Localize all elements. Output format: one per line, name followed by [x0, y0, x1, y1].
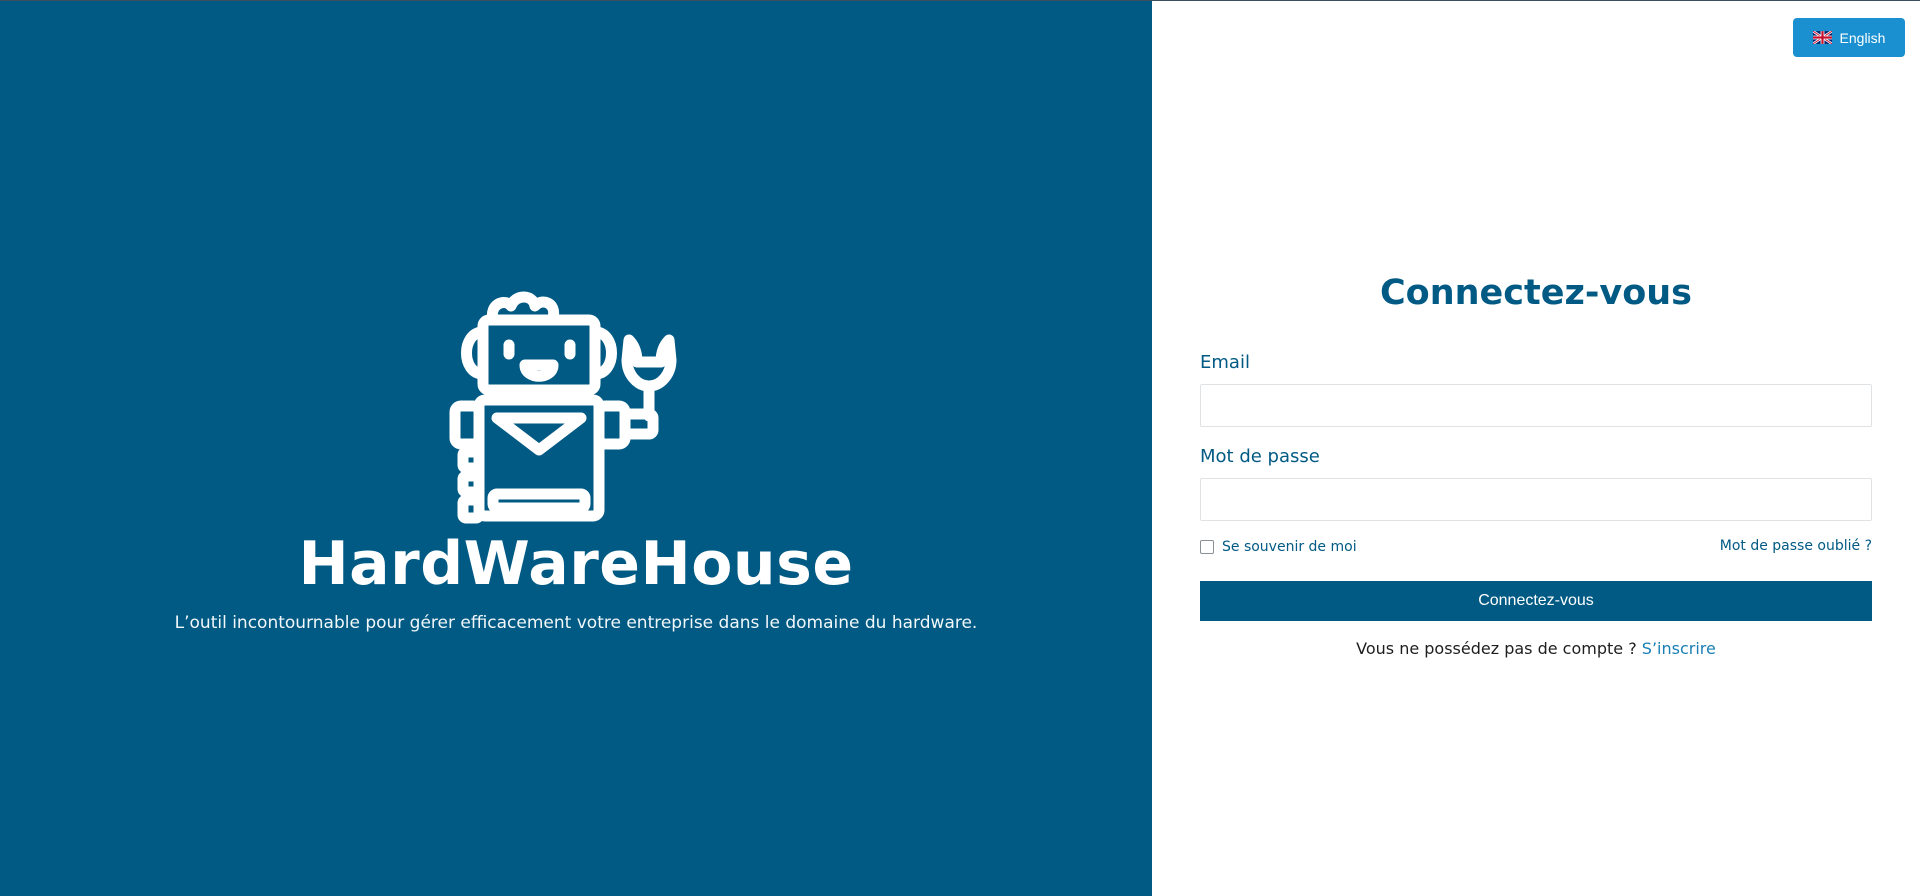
- signup-prompt: Vous ne possédez pas de compte ?: [1356, 639, 1642, 658]
- language-label: English: [1839, 29, 1886, 46]
- remember-me-row: Se souvenir de moi: [1200, 539, 1357, 555]
- email-field[interactable]: [1200, 384, 1872, 427]
- uk-flag-icon: [1812, 31, 1832, 44]
- email-label: Email: [1200, 352, 1250, 373]
- password-label: Mot de passe: [1200, 446, 1320, 467]
- password-field[interactable]: [1200, 478, 1872, 521]
- remember-me-checkbox[interactable]: [1200, 540, 1214, 554]
- robot-with-wrench-icon: [449, 291, 677, 524]
- signup-row: Vous ne possédez pas de compte ? S’inscr…: [1200, 639, 1872, 658]
- login-title: Connectez-vous: [1379, 273, 1693, 313]
- remember-me-label[interactable]: Se souvenir de moi: [1222, 539, 1357, 555]
- brand-name: HardWareHouse: [298, 529, 854, 599]
- language-button[interactable]: English: [1793, 18, 1905, 57]
- login-panel: English Connectez-vous Email Mot de pass…: [1152, 0, 1920, 896]
- signup-link[interactable]: S’inscrire: [1642, 639, 1716, 658]
- forgot-password-link[interactable]: Mot de passe oublié ?: [1720, 538, 1872, 554]
- login-button[interactable]: Connectez-vous: [1200, 581, 1872, 621]
- brand-tagline: L’outil incontournable pour gérer effica…: [174, 613, 978, 633]
- branding-panel: HardWareHouse L’outil incontournable pou…: [0, 0, 1152, 896]
